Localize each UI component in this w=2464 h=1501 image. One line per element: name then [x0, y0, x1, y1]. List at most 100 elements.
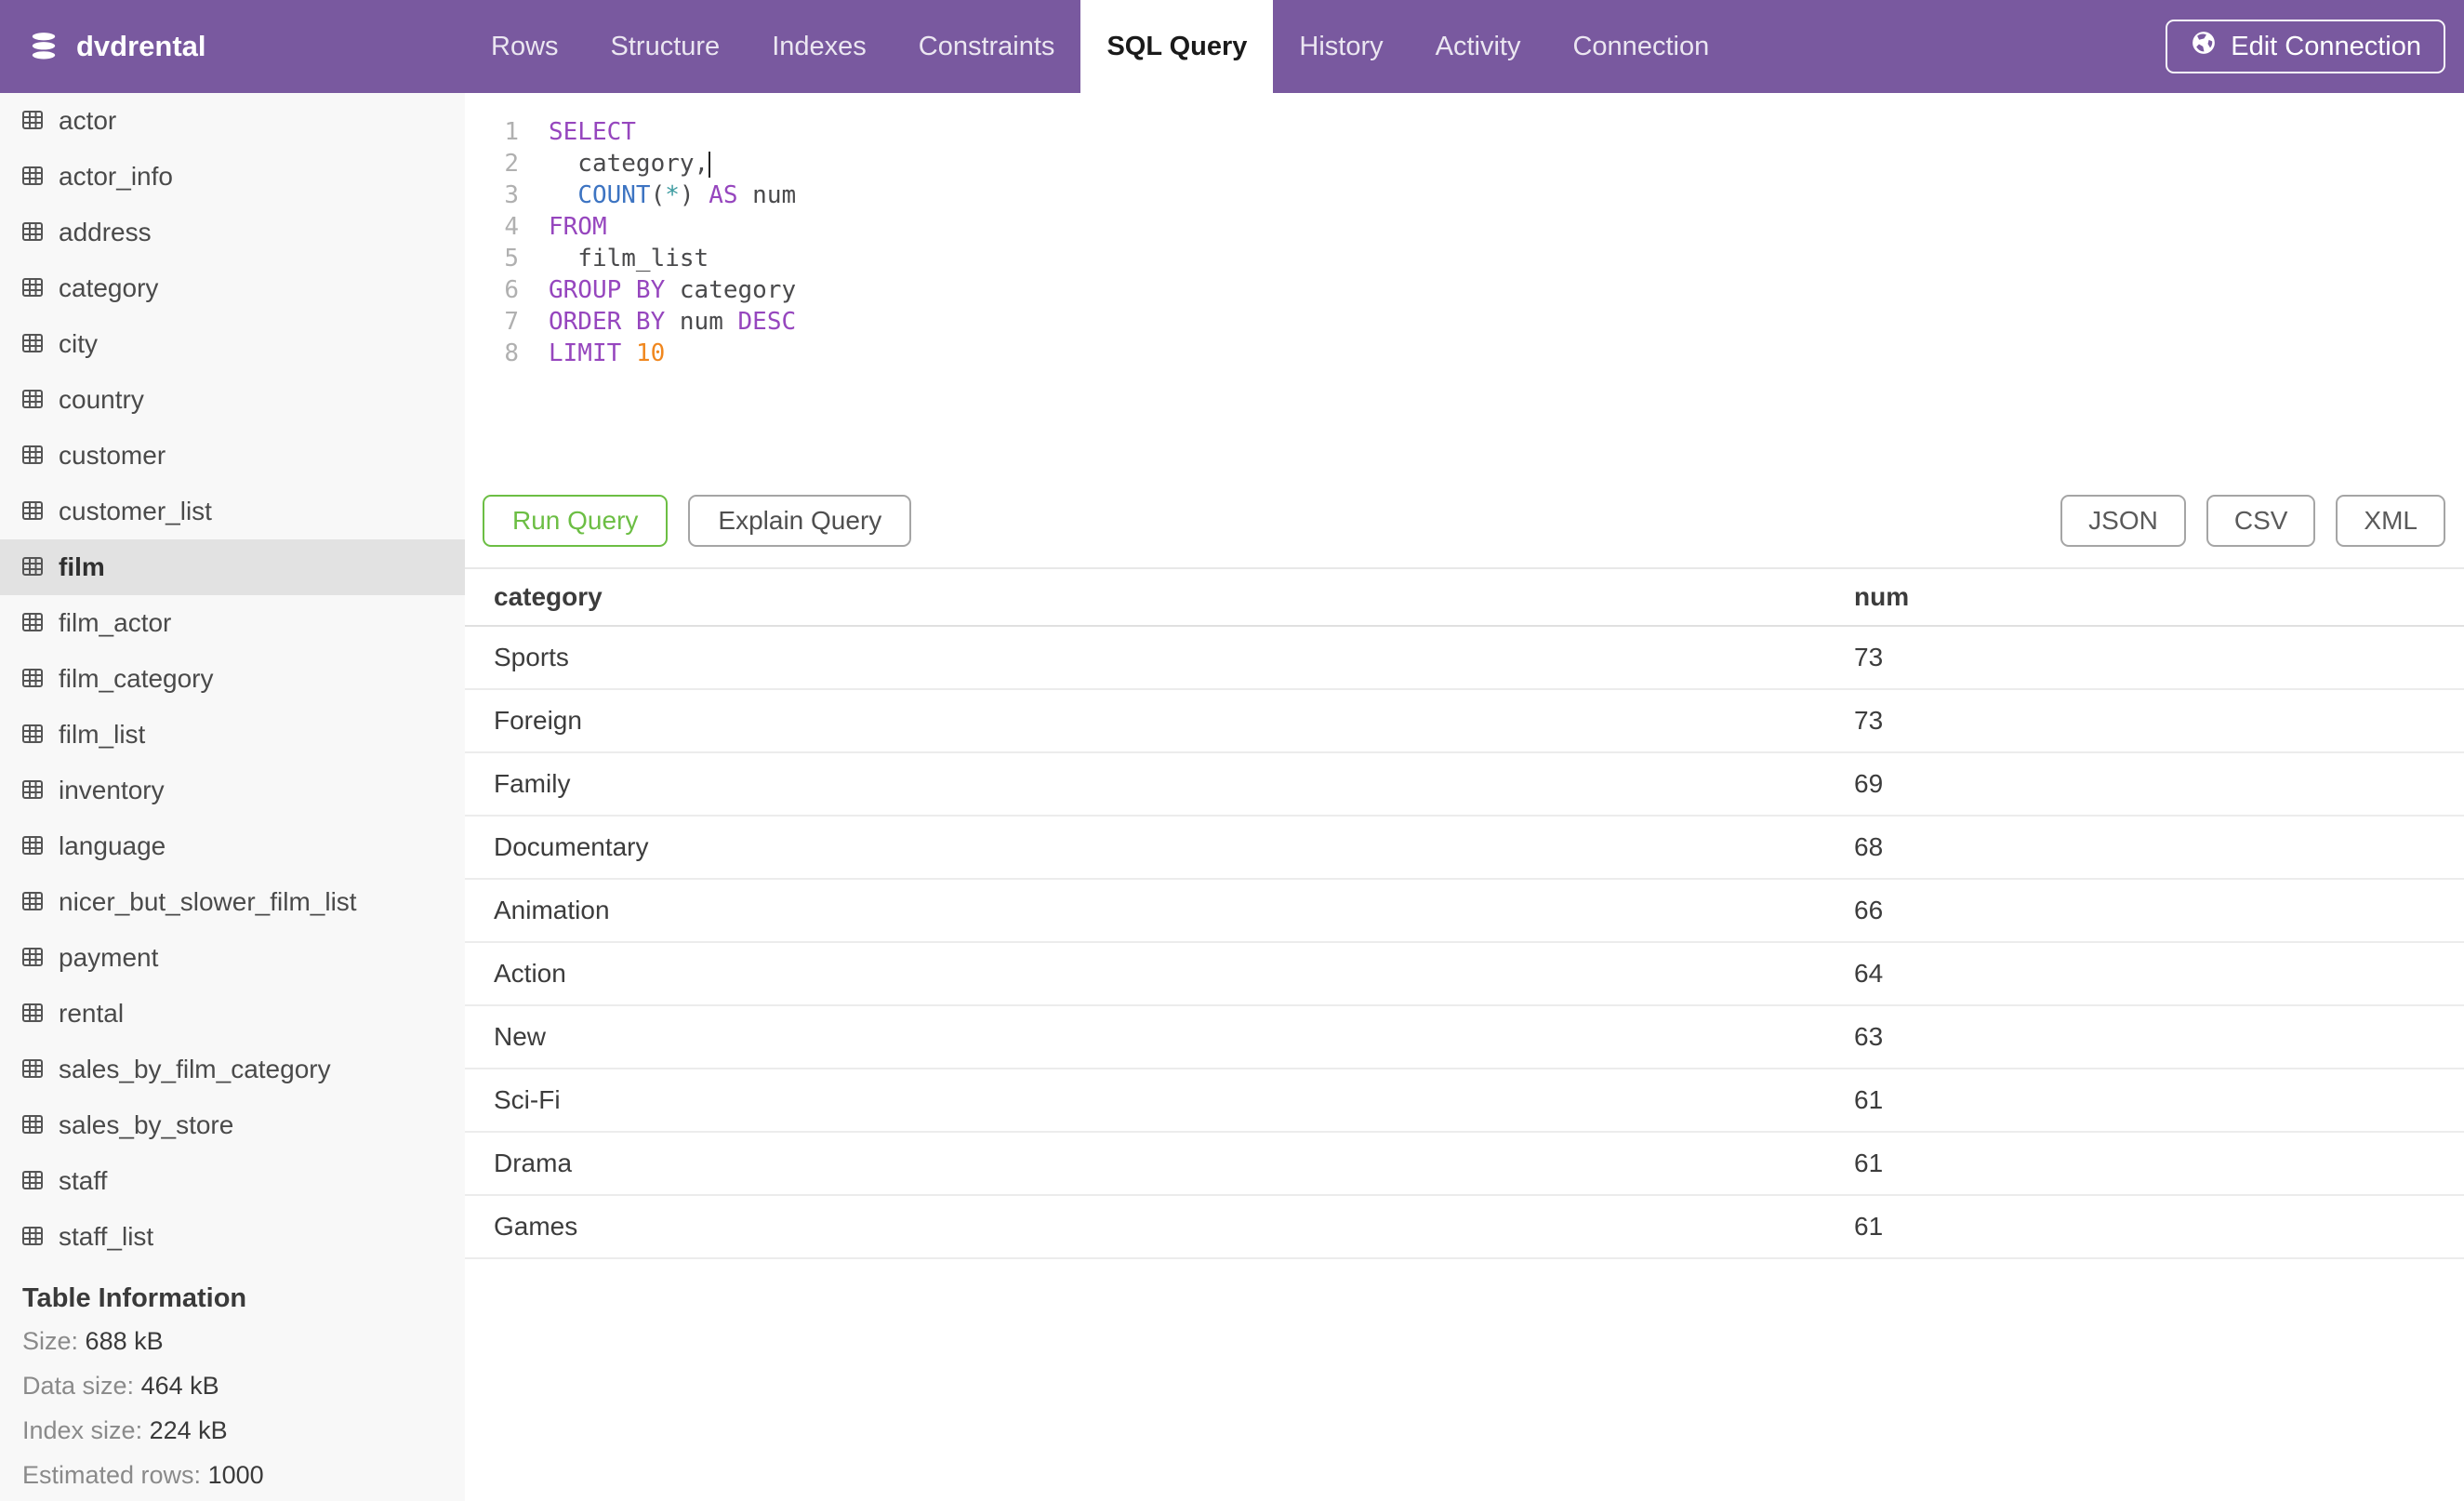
cell-category: New: [494, 1022, 547, 1051]
code-line: 5 film_list: [465, 243, 2464, 274]
cell-category: Action: [494, 959, 566, 988]
line-number: 4: [504, 213, 519, 241]
database-brand: dvdrental: [0, 0, 465, 93]
tab-activity[interactable]: Activity: [1410, 0, 1547, 93]
sql-editor[interactable]: 1 SELECT 2 category, 3 COUNT(*) AS num 4F…: [465, 93, 2464, 369]
explain-query-button[interactable]: Explain Query: [688, 495, 912, 547]
sidebar-item-label: city: [59, 329, 98, 358]
tab-rows[interactable]: Rows: [465, 0, 585, 93]
cell-category: Sports: [494, 643, 569, 671]
sidebar-item-film[interactable]: film: [0, 539, 465, 595]
sidebar-item-language[interactable]: language: [0, 818, 465, 874]
table-icon: [22, 1222, 43, 1252]
table-row: Games 61: [465, 1196, 2464, 1259]
sidebar-item-payment[interactable]: payment: [0, 930, 465, 986]
sidebar-item-inventory[interactable]: inventory: [0, 763, 465, 818]
sidebar-item-nicer-but-slower-film-list[interactable]: nicer_but_slower_film_list: [0, 874, 465, 930]
table-row: Action 64: [465, 943, 2464, 1006]
export-json-button[interactable]: JSON: [2060, 495, 2186, 547]
table-icon: [22, 943, 43, 973]
export-csv-button[interactable]: CSV: [2206, 495, 2316, 547]
sidebar-item-sales-by-store[interactable]: sales_by_store: [0, 1097, 465, 1153]
sidebar-item-staff-list[interactable]: staff_list: [0, 1209, 465, 1265]
sidebar-item-address[interactable]: address: [0, 205, 465, 260]
table-icon: [22, 1166, 43, 1196]
column-header-num: num: [1854, 582, 1910, 611]
top-nav: dvdrental Rows Structure Indexes Constra…: [0, 0, 2464, 93]
cell-num: 69: [1854, 769, 1884, 798]
sidebar-item-label: customer: [59, 441, 166, 470]
sidebar-item-label: address: [59, 218, 152, 246]
code-line: 1 SELECT: [465, 116, 2464, 148]
sidebar-item-country[interactable]: country: [0, 372, 465, 428]
table-icon: [22, 552, 43, 582]
table-icon: [22, 273, 43, 303]
code-line: 3 COUNT(*) AS num: [465, 179, 2464, 211]
sidebar-item-label: actor: [59, 106, 117, 135]
sidebar-item-film-category[interactable]: film_category: [0, 651, 465, 707]
edit-connection-label: Edit Connection: [2231, 31, 2421, 61]
tab-history[interactable]: History: [1273, 0, 1409, 93]
sidebar-item-actor-info[interactable]: actor_info: [0, 149, 465, 205]
run-query-button[interactable]: Run Query: [483, 495, 669, 547]
sidebar-item-label: actor_info: [59, 162, 173, 191]
table-icon: [22, 608, 43, 638]
tab-constraints[interactable]: Constraints: [893, 0, 1081, 93]
column-header-category: category: [494, 582, 603, 611]
database-title: dvdrental: [76, 30, 206, 62]
sidebar-item-customer[interactable]: customer: [0, 428, 465, 484]
cell-num: 73: [1854, 706, 1884, 735]
query-toolbar: Run Query Explain Query JSON CSV XML: [465, 495, 2464, 547]
main-panel: 1 SELECT 2 category, 3 COUNT(*) AS num 4F…: [465, 93, 2464, 1501]
cell-num: 66: [1854, 896, 1884, 924]
sidebar-item-category[interactable]: category: [0, 260, 465, 316]
sidebar-item-film-actor[interactable]: film_actor: [0, 595, 465, 651]
export-xml-button[interactable]: XML: [2336, 495, 2445, 547]
sidebar-item-label: language: [59, 831, 166, 860]
table-icon: [22, 720, 43, 750]
sidebar-item-label: film_category: [59, 664, 214, 693]
sidebar-item-film-list[interactable]: film_list: [0, 707, 465, 763]
table-icon: [22, 831, 43, 861]
table-info-index-size-value: 224 kB: [149, 1416, 228, 1444]
export-buttons: JSON CSV XML: [2060, 495, 2445, 547]
tab-indexes[interactable]: Indexes: [746, 0, 893, 93]
sidebar-item-rental[interactable]: rental: [0, 986, 465, 1042]
table-info-size: Size: 688 kB: [22, 1327, 164, 1355]
line-number: 1: [504, 118, 519, 146]
database-icon: [28, 31, 60, 62]
sidebar-item-label: staff: [59, 1166, 108, 1195]
table-row: Sci-Fi 61: [465, 1069, 2464, 1133]
sidebar-item-label: film: [59, 552, 105, 581]
sidebar-item-sales-by-film-category[interactable]: sales_by_film_category: [0, 1042, 465, 1097]
table-info-estimated-rows-value: 1000: [207, 1461, 264, 1489]
sidebar-item-staff[interactable]: staff: [0, 1153, 465, 1209]
sidebar-item-label: sales_by_film_category: [59, 1055, 331, 1083]
table-info-index-size: Index size: 224 kB: [22, 1416, 228, 1444]
table-icon: [22, 664, 43, 694]
cell-num: 73: [1854, 643, 1884, 671]
table-icon: [22, 441, 43, 471]
sidebar-item-customer-list[interactable]: customer_list: [0, 484, 465, 539]
tab-structure[interactable]: Structure: [585, 0, 747, 93]
cell-num: 63: [1854, 1022, 1884, 1051]
sidebar-item-city[interactable]: city: [0, 316, 465, 372]
table-info-estimated-rows: Estimated rows: 1000: [22, 1461, 264, 1489]
sidebar-item-label: nicer_but_slower_film_list: [59, 887, 357, 916]
cell-num: 68: [1854, 832, 1884, 861]
tab-connection[interactable]: Connection: [1546, 0, 1735, 93]
table-icon: [22, 776, 43, 805]
table-icon: [22, 385, 43, 415]
tab-sql-query[interactable]: SQL Query: [1080, 0, 1274, 93]
table-icon: [22, 1110, 43, 1140]
table-row: Sports 73: [465, 627, 2464, 690]
results-table: category num Sports 73 Foreign 73 Family 69…: [465, 567, 2464, 1259]
table-icon: [22, 887, 43, 917]
cell-num: 61: [1854, 1149, 1884, 1177]
table-info-data-size: Data size: 464 kB: [22, 1372, 219, 1400]
cell-category: Documentary: [494, 832, 649, 861]
sidebar-item-actor[interactable]: actor: [0, 93, 465, 149]
cell-num: 61: [1854, 1212, 1884, 1241]
edit-connection-button[interactable]: Edit Connection: [2166, 20, 2445, 73]
